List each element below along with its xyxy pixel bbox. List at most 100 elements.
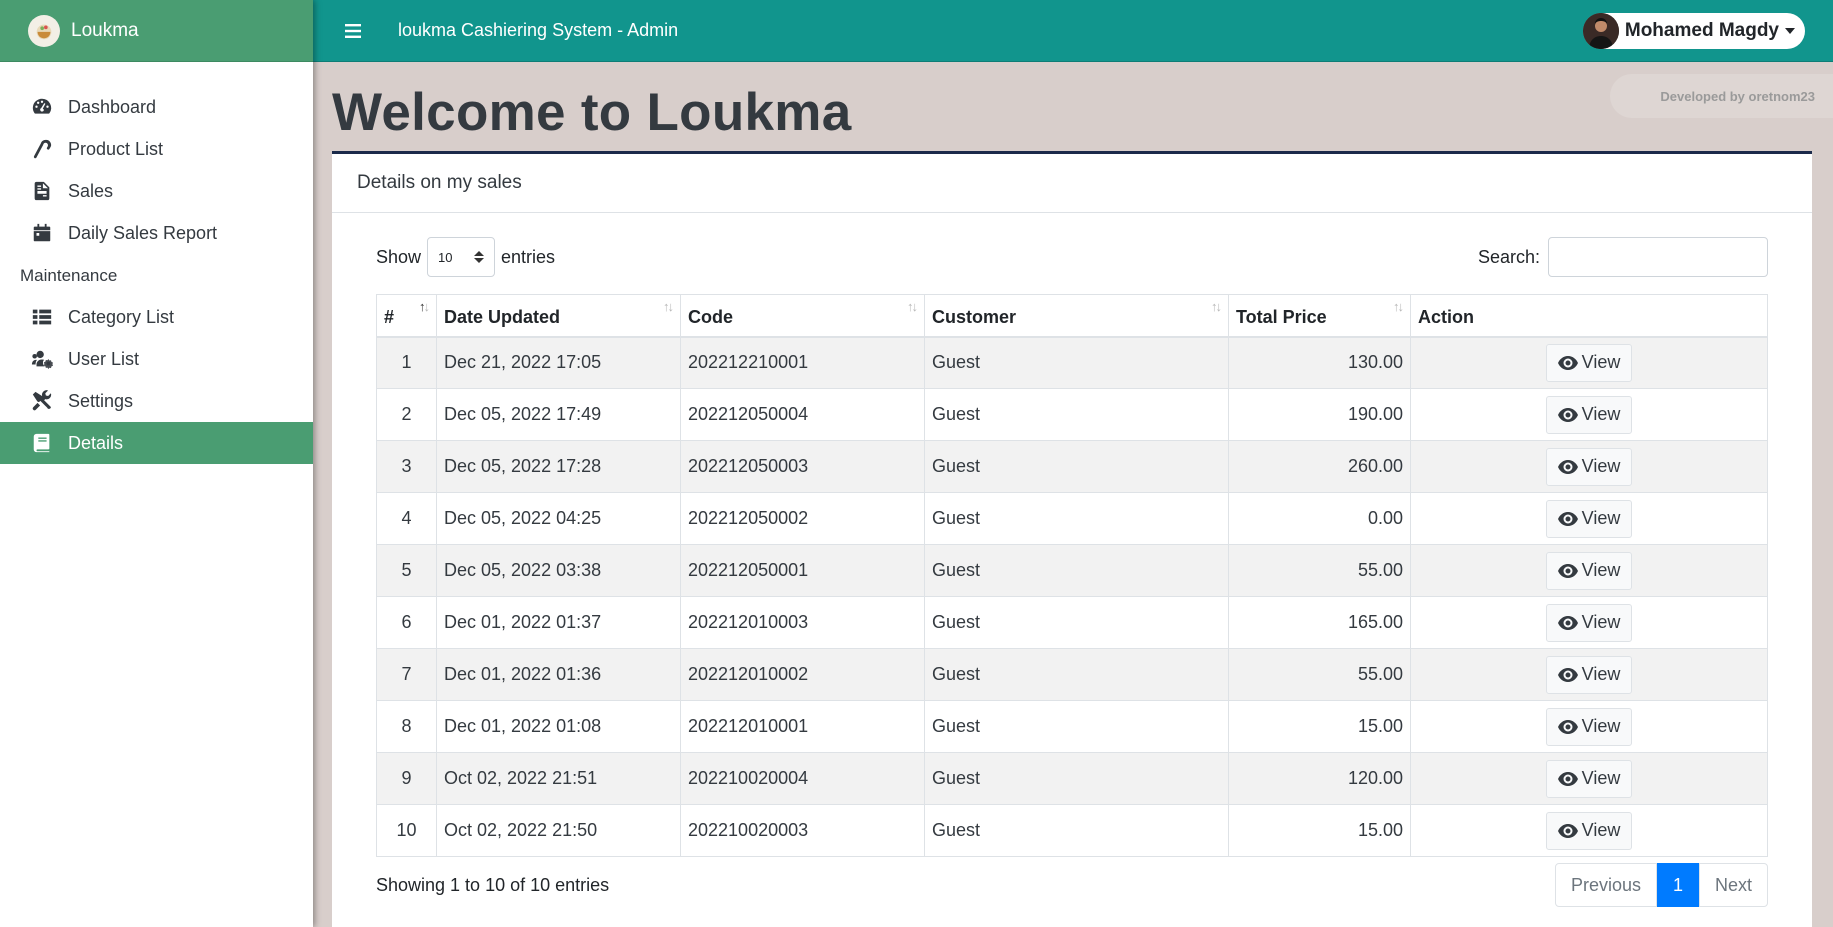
cell-code: 202212010002 (680, 648, 925, 701)
topbar: loukma Cashiering System - Admin Mohamed… (313, 0, 1833, 62)
page-1-button[interactable]: 1 (1656, 863, 1699, 907)
menu-toggle-button[interactable] (336, 14, 370, 48)
sort-icon: ↑↓ (907, 299, 918, 314)
cell-customer: Guest (924, 388, 1229, 441)
eye-icon (1557, 771, 1578, 786)
table-footer: Showing 1 to 10 of 10 entries Previous 1… (376, 863, 1768, 907)
cell-date-updated: Dec 05, 2022 17:28 (436, 440, 681, 493)
sidebar-item-settings[interactable]: Settings (0, 380, 313, 422)
view-button[interactable]: View (1545, 343, 1633, 382)
view-button[interactable]: View (1545, 603, 1633, 642)
column-header-total-price[interactable]: Total Price ↑↓ (1228, 294, 1411, 338)
sidebar-item-product-list[interactable]: Product List (0, 128, 313, 170)
eye-icon (1557, 407, 1578, 422)
cell-number: 10 (376, 804, 437, 857)
search-label: Search: (1477, 246, 1540, 267)
view-button-label: View (1581, 404, 1621, 424)
cell-total-price: 130.00 (1228, 336, 1411, 389)
view-button[interactable]: View (1545, 447, 1633, 486)
sidebar-item-daily-sales-report[interactable]: Daily Sales Report (0, 212, 313, 254)
cell-number: 8 (376, 700, 437, 753)
cell-customer: Guest (924, 544, 1229, 597)
cell-action: View (1410, 336, 1768, 389)
cell-number: 9 (376, 752, 437, 805)
cell-code: 202212050003 (680, 440, 925, 493)
column-header-customer[interactable]: Customer ↑↓ (924, 294, 1229, 338)
sidebar-item-sales[interactable]: Sales (0, 170, 313, 212)
cell-number: 5 (376, 544, 437, 597)
view-button[interactable]: View (1545, 551, 1633, 590)
cell-number: 1 (376, 336, 437, 389)
previous-page-button[interactable]: Previous (1554, 863, 1657, 907)
next-page-button[interactable]: Next (1698, 863, 1768, 907)
cell-action: View (1410, 544, 1768, 597)
eye-icon (1557, 563, 1578, 578)
cell-date-updated: Oct 02, 2022 21:51 (436, 752, 681, 805)
entries-per-page-select[interactable]: 10 (427, 237, 496, 277)
cell-total-price: 15.00 (1228, 700, 1411, 753)
sidebar-item-category-list[interactable]: Category List (0, 296, 313, 338)
cell-action: View (1410, 440, 1768, 493)
column-label: Date Updated (444, 306, 561, 327)
sales-table: # ↑↓ Date Updated ↑↓ Code ↑↓ Customer ↑↓ Tot… (376, 294, 1768, 857)
sidebar-section-header: Maintenance (20, 266, 118, 285)
column-header-code[interactable]: Code ↑↓ (680, 294, 925, 338)
sort-ascending-icon: ↑↓ (419, 299, 430, 314)
sidebar-item-user-list[interactable]: User List (0, 338, 313, 380)
brand-link[interactable]: Loukma (0, 0, 313, 62)
column-label: Customer (932, 306, 1017, 327)
cell-code: 202210020003 (680, 804, 925, 857)
table-header-row: # ↑↓ Date Updated ↑↓ Code ↑↓ Customer ↑↓ Tot… (376, 294, 1768, 338)
column-label: Code (688, 306, 733, 327)
tachometer-icon (30, 95, 54, 119)
eye-icon (1557, 511, 1578, 526)
view-button-label: View (1581, 560, 1621, 580)
column-label: # (384, 306, 395, 327)
table-row: 10 Oct 02, 2022 21:50 202210020003 Guest 15.… (376, 804, 1768, 857)
avatar (1582, 12, 1619, 49)
cell-date-updated: Oct 02, 2022 21:50 (436, 804, 681, 857)
sidebar-item-label: Settings (68, 390, 134, 411)
user-menu-dropdown[interactable]: Mohamed Magdy (1582, 12, 1805, 49)
table-info: Showing 1 to 10 of 10 entries (376, 874, 610, 895)
sales-details-card: Details on my sales Show 10 entries Sear… (332, 151, 1812, 927)
cell-total-price: 15.00 (1228, 804, 1411, 857)
table-row: 7 Dec 01, 2022 01:36 202212010002 Guest 55.0… (376, 648, 1768, 701)
search-input[interactable] (1548, 237, 1768, 277)
eye-icon (1557, 459, 1578, 474)
cell-number: 2 (376, 388, 437, 441)
sidebar-item-label: Product List (68, 138, 164, 159)
cell-date-updated: Dec 05, 2022 04:25 (436, 492, 681, 545)
book-icon (30, 431, 54, 455)
select-arrows-icon (474, 251, 485, 263)
table-row: 6 Dec 01, 2022 01:37 202212010003 Guest 165.… (376, 596, 1768, 649)
view-button[interactable]: View (1545, 811, 1633, 850)
sort-icon: ↑↓ (1393, 299, 1404, 314)
view-button[interactable]: View (1545, 707, 1633, 746)
view-button[interactable]: View (1545, 395, 1633, 434)
file-invoice-icon (30, 179, 54, 203)
eye-icon (1557, 719, 1578, 734)
th-list-icon (30, 305, 54, 329)
cell-action: View (1410, 596, 1768, 649)
column-label: Total Price (1236, 306, 1327, 327)
cell-customer: Guest (924, 804, 1229, 857)
view-button-label: View (1581, 768, 1621, 788)
table-controls: Show 10 entries Search: (376, 236, 1768, 278)
view-button[interactable]: View (1545, 499, 1633, 538)
view-button[interactable]: View (1545, 655, 1633, 694)
column-header-number[interactable]: # ↑↓ (376, 294, 437, 338)
view-button-label: View (1581, 508, 1621, 528)
view-button-label: View (1581, 716, 1621, 736)
sidebar-item-details[interactable]: Details (0, 422, 313, 464)
cell-code: 202212050001 (680, 544, 925, 597)
sidebar-item-dashboard[interactable]: Dashboard (0, 86, 313, 128)
cell-date-updated: Dec 21, 2022 17:05 (436, 336, 681, 389)
view-button-label: View (1581, 664, 1621, 684)
eye-icon (1557, 615, 1578, 630)
cell-customer: Guest (924, 440, 1229, 493)
table-row: 2 Dec 05, 2022 17:49 202212050004 Guest 190.… (376, 388, 1768, 441)
search-wrap: Search: (1478, 237, 1768, 277)
column-header-date-updated[interactable]: Date Updated ↑↓ (436, 294, 681, 338)
view-button[interactable]: View (1545, 759, 1633, 798)
